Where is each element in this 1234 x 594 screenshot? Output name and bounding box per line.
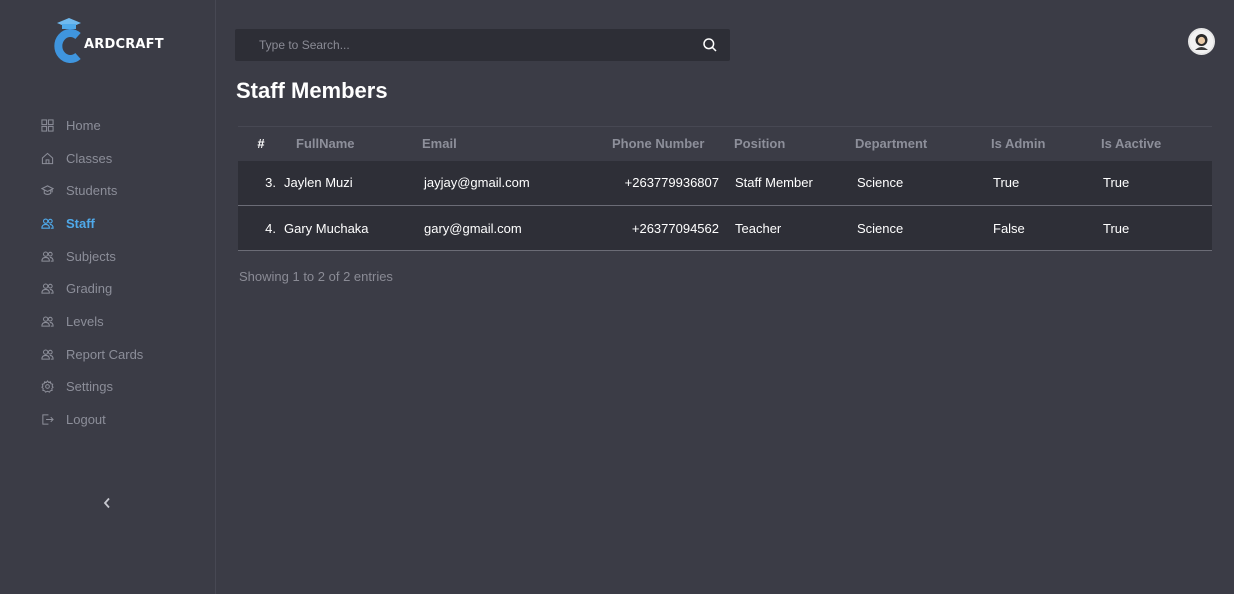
users-icon xyxy=(40,282,54,296)
cell-department: Science xyxy=(855,160,991,206)
sidebar-item-label: Staff xyxy=(66,215,95,231)
cell-index: 4. xyxy=(238,205,282,251)
column-header-email[interactable]: Email xyxy=(422,126,612,161)
cell-position: Teacher xyxy=(734,205,855,251)
logo-mark-icon xyxy=(52,18,86,64)
sidebar-item-label: Grading xyxy=(66,281,113,297)
sidebar-item-label: Subjects xyxy=(66,248,116,264)
table-row[interactable]: 4. Gary Muchaka gary@gmail.com +26377094… xyxy=(238,205,1212,251)
cell-position: Staff Member xyxy=(734,160,855,206)
search-input[interactable] xyxy=(235,29,702,61)
column-header-position[interactable]: Position xyxy=(734,126,855,161)
users-icon xyxy=(40,347,54,361)
column-header-department[interactable]: Department xyxy=(855,126,991,161)
cell-email: gary@gmail.com xyxy=(422,205,612,251)
table-entries-info: Showing 1 to 2 of 2 entries xyxy=(239,269,393,284)
house-icon xyxy=(40,151,54,165)
cell-is-admin: True xyxy=(991,160,1101,206)
users-icon xyxy=(40,314,54,328)
table-row[interactable]: 3. Jaylen Muzi jayjay@gmail.com +2637799… xyxy=(238,160,1212,206)
search-icon[interactable] xyxy=(702,37,718,53)
cell-phone: +26377094562 xyxy=(612,205,734,251)
sidebar-item-subjects[interactable]: Subjects xyxy=(40,240,143,273)
cell-is-admin: False xyxy=(991,205,1101,251)
page-title: Staff Members xyxy=(236,78,388,103)
sidebar-item-report-cards[interactable]: Report Cards xyxy=(40,338,143,371)
avatar-image xyxy=(1190,30,1213,53)
logo-text: ARDCRAFT xyxy=(84,36,164,52)
logout-icon xyxy=(40,413,54,427)
sidebar-item-classes[interactable]: Classes xyxy=(40,142,143,175)
graduation-cap-icon xyxy=(40,184,54,198)
cell-is-active: True xyxy=(1101,205,1212,251)
cell-fullname: Gary Muchaka xyxy=(282,205,422,251)
column-header-is-admin[interactable]: Is Admin xyxy=(991,126,1101,161)
column-header-fullname[interactable]: FullName xyxy=(282,126,422,161)
sidebar-item-grading[interactable]: Grading xyxy=(40,272,143,305)
sidebar-item-label: Students xyxy=(66,183,118,199)
sidebar-item-home[interactable]: Home xyxy=(40,109,143,142)
sidebar-nav: Home Classes Students Staff Subjects Gra… xyxy=(40,109,143,436)
users-icon xyxy=(40,216,54,230)
logo[interactable]: ARDCRAFT xyxy=(52,18,164,64)
chevron-left-icon xyxy=(103,496,111,514)
cell-index: 3. xyxy=(238,160,282,206)
sidebar-item-label: Levels xyxy=(66,313,104,329)
sidebar-item-label: Report Cards xyxy=(66,346,144,362)
cell-department: Science xyxy=(855,205,991,251)
app-root: ARDCRAFT Home Classes Students Staff Sub… xyxy=(0,0,1234,594)
grid-icon xyxy=(40,118,54,132)
sidebar-collapse-button[interactable] xyxy=(100,496,114,514)
column-header-is-active[interactable]: Is Aactive xyxy=(1101,126,1212,161)
table-header-row: # FullName Email Phone Number Position D… xyxy=(238,126,1212,161)
search-bar xyxy=(235,29,730,61)
avatar[interactable] xyxy=(1188,28,1215,55)
sidebar: ARDCRAFT Home Classes Students Staff Sub… xyxy=(0,0,216,594)
cell-fullname: Jaylen Muzi xyxy=(282,160,422,206)
sidebar-item-label: Home xyxy=(66,117,101,133)
sidebar-item-staff[interactable]: Staff xyxy=(40,207,143,240)
column-header-index[interactable]: # xyxy=(238,126,282,161)
sidebar-item-levels[interactable]: Levels xyxy=(40,305,143,338)
cell-phone: +263779936807 xyxy=(612,160,734,206)
cell-is-active: True xyxy=(1101,160,1212,206)
sidebar-item-students[interactable]: Students xyxy=(40,174,143,207)
sidebar-item-label: Classes xyxy=(66,150,113,166)
staff-table: # FullName Email Phone Number Position D… xyxy=(238,126,1212,251)
sidebar-item-label: Settings xyxy=(66,379,113,395)
column-header-phone[interactable]: Phone Number xyxy=(612,126,734,161)
users-icon xyxy=(40,249,54,263)
sidebar-item-settings[interactable]: Settings xyxy=(40,371,143,404)
gear-icon xyxy=(40,380,54,394)
cell-email: jayjay@gmail.com xyxy=(422,160,612,206)
sidebar-item-label: Logout xyxy=(66,412,106,428)
sidebar-item-logout[interactable]: Logout xyxy=(40,403,143,436)
